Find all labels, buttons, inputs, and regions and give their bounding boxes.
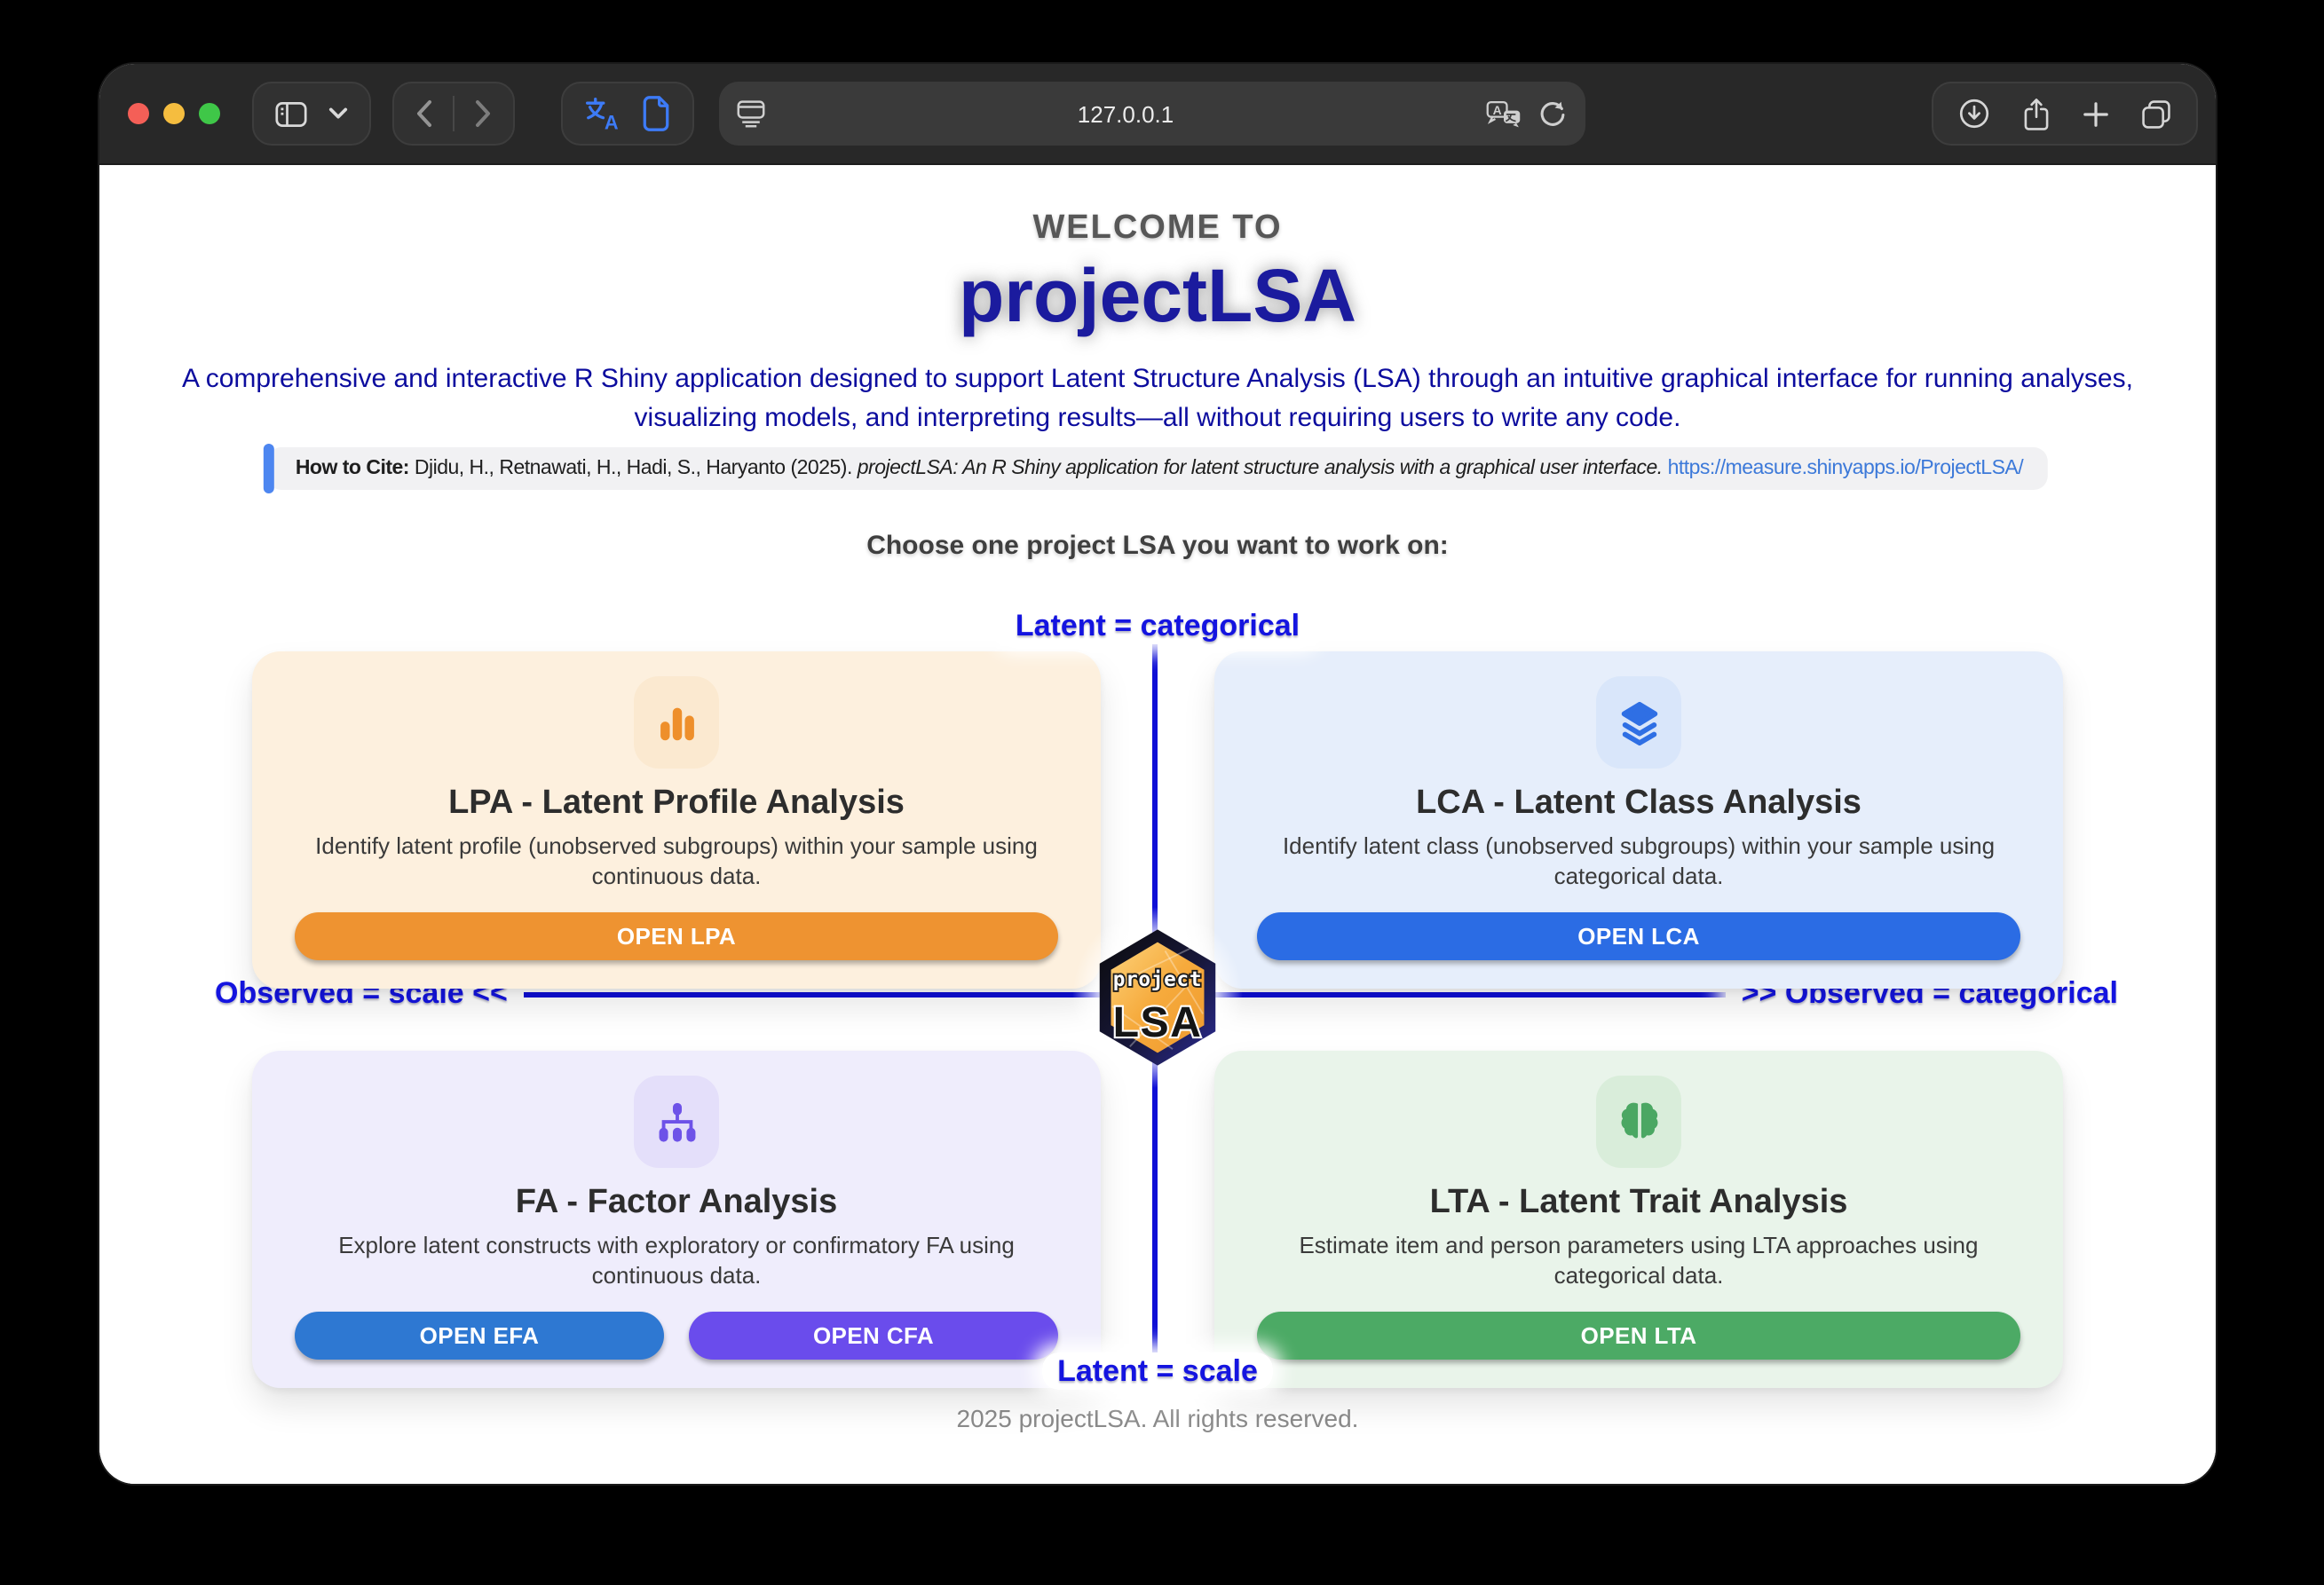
window-controls xyxy=(128,103,220,124)
card-actions: OPEN LPA xyxy=(295,912,1058,960)
reload-icon[interactable] xyxy=(1537,99,1568,129)
divider xyxy=(453,96,455,131)
axis-label-top-wrap: Latent = categorical xyxy=(99,609,2216,644)
open-efa-button[interactable]: OPEN EFA xyxy=(295,1312,664,1360)
history-navigation xyxy=(392,82,515,146)
welcome-heading: WELCOME TO xyxy=(99,209,2216,248)
back-button[interactable] xyxy=(415,99,433,128)
forward-button[interactable] xyxy=(474,99,492,128)
card-fa: FA - Factor Analysis Explore latent cons… xyxy=(252,1051,1101,1388)
card-title: LPA - Latent Profile Analysis xyxy=(295,785,1058,824)
card-description: Explore latent constructs with explorato… xyxy=(295,1232,1058,1292)
open-cfa-button[interactable]: OPEN CFA xyxy=(689,1312,1058,1360)
axis-label-bottom-wrap: Latent = scale xyxy=(99,1354,2216,1390)
footer-copyright: 2025 projectLSA. All rights reserved. xyxy=(99,1404,2216,1432)
hierarchy-icon xyxy=(634,1076,719,1168)
logo-text-project: project xyxy=(1113,968,1203,991)
card-title: LTA - Latent Trait Analysis xyxy=(1257,1184,2020,1223)
logo-text-lsa: LSA xyxy=(1113,998,1203,1046)
url-text[interactable]: 127.0.0.1 xyxy=(765,100,1486,127)
chevron-down-icon[interactable] xyxy=(328,106,348,121)
sidebar-icon[interactable] xyxy=(275,100,307,127)
sidebar-controls xyxy=(252,82,371,146)
new-tab-icon[interactable] xyxy=(2083,100,2109,127)
card-actions: OPEN LTA xyxy=(1257,1312,2020,1360)
share-icon[interactable] xyxy=(2022,97,2051,130)
page-tools: A xyxy=(561,82,694,146)
card-lta: LTA - Latent Trait Analysis Estimate ite… xyxy=(1214,1051,2063,1388)
fullscreen-window-button[interactable] xyxy=(199,103,220,124)
layers-icon xyxy=(1596,676,1681,769)
address-bar[interactable]: 127.0.0.1 A xyxy=(719,82,1585,146)
project-lsa-logo: project LSA xyxy=(1094,928,1221,1067)
axis-label-bottom: Latent = scale xyxy=(1041,1352,1274,1390)
citation-authors: Djidu, H., Retnawati, H., Hadi, S., Hary… xyxy=(409,458,858,479)
svg-text:A: A xyxy=(605,111,619,131)
reader-icon[interactable] xyxy=(641,96,671,131)
page-settings-icon[interactable] xyxy=(737,99,765,128)
card-lpa: LPA - Latent Profile Analysis Identify l… xyxy=(252,651,1101,989)
citation-label: How to Cite: xyxy=(296,458,409,479)
brain-icon xyxy=(1596,1076,1681,1168)
choose-prompt: Choose one project LSA you want to work … xyxy=(99,531,2216,561)
card-title: LCA - Latent Class Analysis xyxy=(1257,785,2020,824)
axis-label-top: Latent = categorical xyxy=(1000,607,1316,644)
open-lca-button[interactable]: OPEN LCA xyxy=(1257,912,2020,960)
svg-text:A: A xyxy=(1493,102,1502,116)
citation-box: How to Cite: Djidu, H., Retnawati, H., H… xyxy=(267,447,2048,490)
minimize-window-button[interactable] xyxy=(163,103,185,124)
open-lpa-button[interactable]: OPEN LPA xyxy=(295,912,1058,960)
browser-toolbar: A xyxy=(99,64,2216,165)
citation-link[interactable]: https://measure.shinyapps.io/ProjectLSA/ xyxy=(1668,458,2024,479)
card-title: FA - Factor Analysis xyxy=(295,1184,1058,1223)
page-content: WELCOME TO projectLSA A comprehensive an… xyxy=(99,165,2216,1484)
card-description: Estimate item and person parameters usin… xyxy=(1257,1232,2020,1292)
app-title: projectLSA xyxy=(99,254,2216,339)
card-actions: OPEN EFA OPEN CFA xyxy=(295,1312,1058,1360)
open-lta-button[interactable]: OPEN LTA xyxy=(1257,1312,2020,1360)
card-lca: LCA - Latent Class Analysis Identify lat… xyxy=(1214,651,2063,989)
downloads-icon[interactable] xyxy=(1958,98,1990,130)
tab-overview-icon[interactable] xyxy=(2141,99,2171,129)
app-description: A comprehensive and interactive R Shiny … xyxy=(153,360,2162,438)
translate-badge-icon[interactable]: A xyxy=(1486,99,1522,129)
bar-chart-icon xyxy=(634,676,719,769)
citation-accent-bar xyxy=(264,444,274,493)
browser-window: A xyxy=(99,64,2216,1484)
citation-work-title: projectLSA: An R Shiny application for l… xyxy=(858,458,1668,479)
screen: A xyxy=(0,0,2324,1585)
browser-actions xyxy=(1932,82,2198,146)
translate-icon[interactable]: A xyxy=(584,96,620,131)
card-actions: OPEN LCA xyxy=(1257,912,2020,960)
card-description: Identify latent profile (unobserved subg… xyxy=(295,832,1058,893)
close-window-button[interactable] xyxy=(128,103,149,124)
card-description: Identify latent class (unobserved subgro… xyxy=(1257,832,2020,893)
